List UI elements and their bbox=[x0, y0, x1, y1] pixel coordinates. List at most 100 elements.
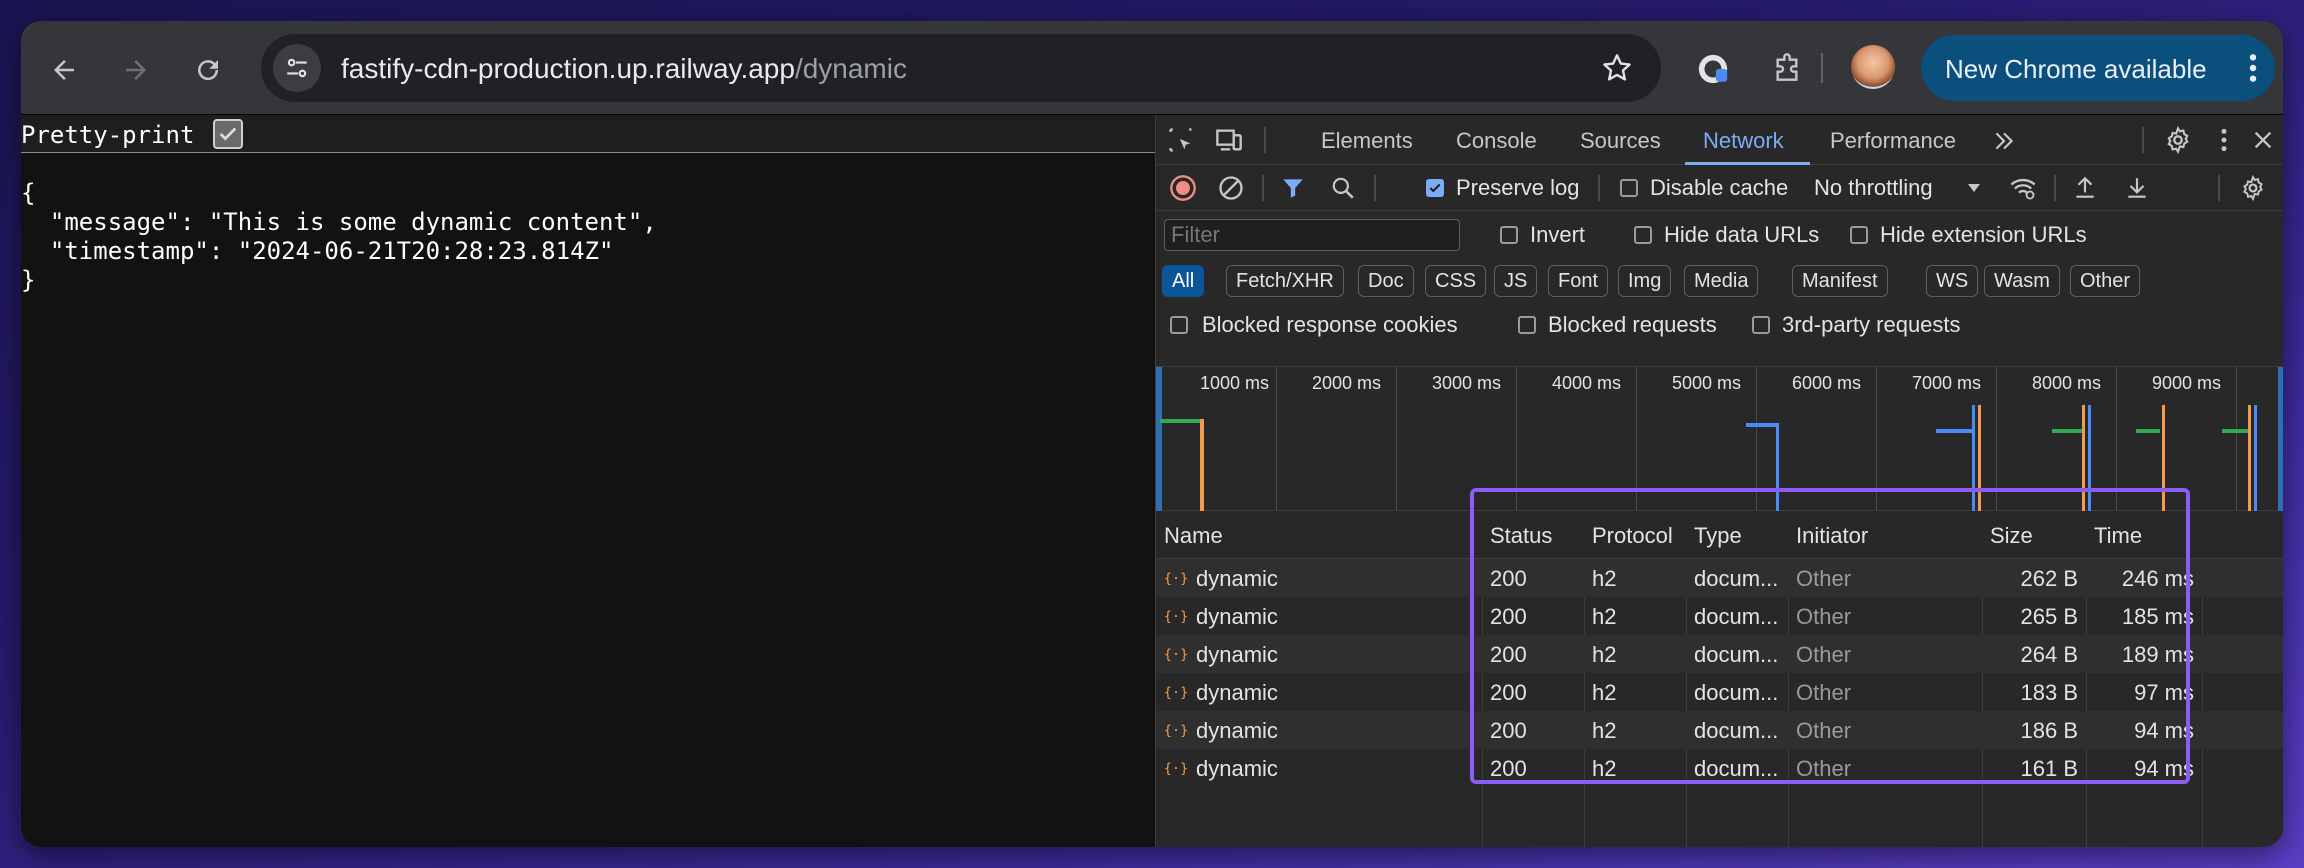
record-stop-icon[interactable] bbox=[1168, 173, 1198, 203]
type-filter-doc[interactable]: Doc bbox=[1358, 265, 1414, 297]
request-type: docum... bbox=[1694, 718, 1779, 743]
type-filter-media[interactable]: Media bbox=[1684, 265, 1759, 297]
clear-icon[interactable] bbox=[1216, 173, 1246, 203]
document-icon: {·} bbox=[1164, 681, 1188, 703]
request-marker bbox=[1972, 405, 1975, 511]
throttling-select[interactable]: No throttling bbox=[1814, 175, 1933, 201]
type-filter-fetch-xhr[interactable]: Fetch/XHR bbox=[1226, 265, 1344, 297]
pretty-print-bar: Pretty-print bbox=[21, 115, 1155, 153]
timeline-gridline bbox=[1516, 367, 1517, 511]
timeline-tick-label: 7000 ms bbox=[1912, 373, 1982, 393]
type-filter-font[interactable]: Font bbox=[1548, 265, 1609, 297]
column-header-size[interactable]: Size bbox=[1990, 523, 2033, 549]
request-marker bbox=[2162, 405, 2165, 511]
invert-checkbox[interactable] bbox=[1500, 226, 1518, 244]
table-row[interactable]: {·} dynamic 200 h2 docum... Other 183 B … bbox=[1156, 673, 2283, 711]
close-devtools-icon[interactable] bbox=[2248, 125, 2278, 155]
request-size: 186 B bbox=[2020, 718, 2079, 743]
back-icon[interactable] bbox=[42, 48, 86, 92]
url-host: fastify-cdn-production.up.railway.app bbox=[341, 53, 795, 84]
request-marker bbox=[2088, 405, 2091, 511]
request-time: 185 ms bbox=[2121, 604, 2194, 629]
more-tabs-chevron-icon[interactable] bbox=[1990, 127, 2018, 155]
table-row[interactable]: {·} dynamic 200 h2 docum... Other 265 B … bbox=[1156, 597, 2283, 635]
request-time: 94 ms bbox=[2134, 718, 2194, 743]
table-header-row: Name Status Protocol Type Initiator Size… bbox=[1156, 511, 2283, 559]
tab-network[interactable]: Network bbox=[1703, 128, 1784, 154]
bookmark-star-icon[interactable] bbox=[1601, 52, 1633, 89]
table-row[interactable]: {·} dynamic 200 h2 docum... Other 186 B … bbox=[1156, 711, 2283, 749]
tab-console[interactable]: Console bbox=[1456, 128, 1537, 154]
request-name: dynamic bbox=[1196, 604, 1278, 629]
tab-sources[interactable]: Sources bbox=[1580, 128, 1661, 154]
request-initiator: Other bbox=[1796, 642, 1852, 667]
column-header-name[interactable]: Name bbox=[1164, 523, 1223, 549]
inspect-element-icon[interactable] bbox=[1166, 125, 1196, 155]
tab-performance[interactable]: Performance bbox=[1830, 128, 1956, 154]
settings-gear-icon[interactable] bbox=[2163, 125, 2193, 155]
device-toolbar-icon[interactable] bbox=[1214, 125, 1244, 155]
password-manager-extension-icon[interactable] bbox=[1691, 47, 1735, 91]
column-header-protocol[interactable]: Protocol bbox=[1592, 523, 1673, 549]
column-header-time[interactable]: Time bbox=[2094, 523, 2142, 549]
type-filter-css[interactable]: CSS bbox=[1425, 265, 1487, 297]
type-filter-js[interactable]: JS bbox=[1494, 265, 1538, 297]
third-party-requests-checkbox[interactable] bbox=[1752, 316, 1770, 334]
browser-toolbar: fastify-cdn-production.up.railway.app/dy… bbox=[21, 21, 2283, 115]
blocked-requests-checkbox[interactable] bbox=[1518, 316, 1536, 334]
table-row[interactable]: {·} dynamic 200 h2 docum... Other 264 B … bbox=[1156, 635, 2283, 673]
network-overview-timeline[interactable]: 1000 ms 2000 ms 3000 ms 4000 ms 5000 ms … bbox=[1156, 367, 2283, 511]
column-header-status[interactable]: Status bbox=[1490, 523, 1552, 549]
request-size: 183 B bbox=[2020, 680, 2079, 705]
request-size: 262 B bbox=[2020, 566, 2079, 591]
url-text[interactable]: fastify-cdn-production.up.railway.app/dy… bbox=[341, 53, 907, 85]
timeline-tick-label: 5000 ms bbox=[1672, 373, 1742, 393]
filter-input[interactable] bbox=[1164, 219, 1460, 251]
reload-icon[interactable] bbox=[186, 48, 230, 92]
type-filter-other[interactable]: Other bbox=[2070, 265, 2141, 297]
devtools-menu-icon[interactable] bbox=[2212, 125, 2236, 155]
request-marker bbox=[2248, 405, 2251, 511]
type-filter-ws[interactable]: WS bbox=[1926, 265, 1979, 297]
table-row[interactable]: {·} dynamic 200 h2 docum... Other 262 B … bbox=[1156, 559, 2283, 597]
filter-funnel-icon[interactable] bbox=[1278, 173, 1308, 203]
type-filter-all[interactable]: All bbox=[1162, 265, 1205, 297]
address-bar[interactable]: fastify-cdn-production.up.railway.app/dy… bbox=[261, 34, 1661, 102]
request-initiator: Other bbox=[1796, 718, 1852, 743]
document-icon: {·} bbox=[1164, 757, 1188, 779]
forward-icon[interactable] bbox=[114, 48, 158, 92]
import-har-icon[interactable] bbox=[2070, 173, 2100, 203]
timeline-right-handle[interactable] bbox=[2278, 367, 2283, 511]
more-vert-icon[interactable] bbox=[2247, 52, 2259, 91]
hide-extension-urls-checkbox[interactable] bbox=[1850, 226, 1868, 244]
column-header-type[interactable]: Type bbox=[1694, 523, 1742, 549]
export-har-icon[interactable] bbox=[2122, 173, 2152, 203]
preserve-log-checkbox[interactable] bbox=[1426, 179, 1444, 197]
pretty-print-checkbox[interactable] bbox=[213, 119, 243, 149]
request-marker bbox=[1978, 405, 1981, 511]
hide-data-urls-checkbox[interactable] bbox=[1634, 226, 1652, 244]
hide-data-urls-label: Hide data URLs bbox=[1664, 222, 1820, 247]
throttling-dropdown-icon[interactable] bbox=[1964, 177, 1984, 199]
extensions-puzzle-icon[interactable] bbox=[1765, 47, 1809, 91]
site-settings-icon[interactable] bbox=[273, 44, 321, 92]
type-filter-img[interactable]: Img bbox=[1618, 265, 1672, 297]
table-row[interactable]: {·} dynamic 200 h2 docum... Other 161 B … bbox=[1156, 749, 2283, 787]
request-name: dynamic bbox=[1196, 680, 1278, 705]
column-header-initiator[interactable]: Initiator bbox=[1796, 523, 1868, 549]
timeline-left-handle[interactable] bbox=[1156, 367, 1162, 511]
update-chrome-button[interactable]: New Chrome available bbox=[1921, 35, 2275, 101]
type-filter-wasm[interactable]: Wasm bbox=[1984, 265, 2060, 297]
network-conditions-icon[interactable] bbox=[2008, 173, 2038, 203]
request-time: 246 ms bbox=[2121, 566, 2194, 591]
request-name: dynamic bbox=[1196, 756, 1278, 781]
disable-cache-checkbox[interactable] bbox=[1620, 179, 1638, 197]
type-filter-manifest[interactable]: Manifest bbox=[1792, 265, 1888, 297]
profile-avatar[interactable] bbox=[1851, 45, 1895, 89]
search-icon[interactable] bbox=[1328, 173, 1358, 203]
network-settings-icon[interactable] bbox=[2238, 173, 2268, 203]
blocked-response-cookies-checkbox[interactable] bbox=[1170, 316, 1188, 334]
timeline-gridline bbox=[1396, 367, 1397, 511]
tab-elements[interactable]: Elements bbox=[1321, 128, 1413, 154]
request-initiator: Other bbox=[1796, 680, 1852, 705]
